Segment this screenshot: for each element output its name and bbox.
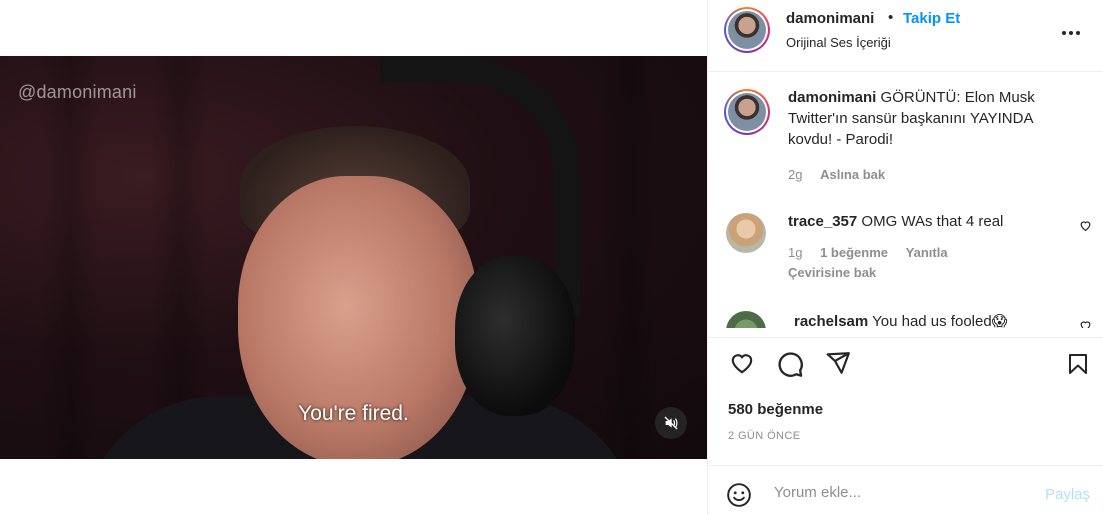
- comment-meta: 1g 1 beğenme Yanıtla: [788, 245, 948, 260]
- caption-username[interactable]: damonimani: [788, 89, 876, 106]
- follow-button[interactable]: Takip Et: [903, 10, 960, 27]
- like-button[interactable]: [728, 350, 756, 381]
- caption-text: damonimani GÖRÜNTÜ: Elon Musk Twitter'ın…: [788, 87, 1058, 150]
- comment-likes[interactable]: 1 beğenme: [820, 245, 888, 260]
- post-comment-button[interactable]: Paylaş: [1045, 486, 1090, 503]
- smiley-icon: [727, 483, 751, 507]
- comment-text: rachelsam You had us fooled😱: [794, 311, 1064, 328]
- paper-plane-icon: [826, 352, 850, 374]
- see-translation-button[interactable]: Çevirisine bak: [788, 265, 876, 280]
- comment-translation: Çevirisine bak: [788, 265, 876, 280]
- comment-bubble-icon: [778, 352, 803, 377]
- heart-icon: [731, 354, 753, 374]
- comment-username[interactable]: rachelsam: [794, 313, 868, 328]
- comment-body: OMG WAs that 4 real: [861, 213, 1004, 230]
- comment-like-button[interactable]: [1079, 319, 1092, 328]
- bookmark-icon: [1069, 354, 1087, 374]
- video-watermark: @damonimani: [18, 82, 137, 102]
- avatar[interactable]: [724, 89, 770, 135]
- comment-like-button[interactable]: [1079, 219, 1092, 237]
- share-button[interactable]: [824, 350, 852, 381]
- more-options-button[interactable]: [1062, 22, 1086, 42]
- heart-icon: [1080, 321, 1091, 328]
- avatar[interactable]: [726, 311, 766, 328]
- post-actions: 580 beğenme 2 GÜN ÖNCE: [708, 337, 1103, 447]
- avatar[interactable]: [724, 7, 770, 53]
- emoji-button[interactable]: [726, 482, 752, 513]
- comment-text: trace_357 OMG WAs that 4 real: [788, 211, 1058, 232]
- caption-meta: 2g Aslına bak: [788, 167, 885, 182]
- media-area: @damonimani You're fired.: [0, 0, 707, 515]
- comments-list: damonimani GÖRÜNTÜ: Elon Musk Twitter'ın…: [708, 73, 1103, 328]
- curtain-fold: [40, 56, 100, 459]
- reply-button[interactable]: Yanıtla: [906, 245, 948, 260]
- post-header: damonimani • Takip Et Orijinal Ses İçeri…: [708, 0, 1103, 72]
- speaker-muted-icon: [664, 416, 678, 430]
- post-date[interactable]: 2 GÜN ÖNCE: [728, 430, 800, 442]
- comment-body: You had us fooled😱: [872, 313, 1008, 328]
- instagram-post-modal: @damonimani You're fired. damonimani • T…: [0, 0, 1103, 515]
- likes-count[interactable]: 580 beğenme: [728, 401, 823, 418]
- audio-label[interactable]: Orijinal Ses İçeriği: [786, 35, 891, 50]
- video-subtitle: You're fired.: [298, 402, 409, 425]
- caption-time[interactable]: 2g: [788, 167, 802, 182]
- add-comment-bar: Paylaş: [708, 465, 1103, 515]
- heart-icon: [1080, 221, 1091, 232]
- curtain-fold: [600, 56, 660, 459]
- avatar[interactable]: [726, 213, 766, 253]
- mute-button[interactable]: [655, 407, 687, 439]
- header-username[interactable]: damonimani: [786, 10, 874, 27]
- post-side-panel: damonimani • Takip Et Orijinal Ses İçeri…: [707, 0, 1103, 515]
- see-original-button[interactable]: Aslına bak: [820, 167, 885, 182]
- comment-button[interactable]: [776, 350, 804, 383]
- save-button[interactable]: [1066, 350, 1090, 383]
- more-horizontal-icon: [1062, 31, 1066, 35]
- comment-input[interactable]: [774, 478, 1024, 506]
- comment-time[interactable]: 1g: [788, 245, 802, 260]
- video-headphone-cup: [455, 256, 575, 416]
- comment-username[interactable]: trace_357: [788, 213, 857, 230]
- video-player[interactable]: @damonimani You're fired.: [0, 56, 707, 459]
- header-separator: •: [888, 9, 894, 26]
